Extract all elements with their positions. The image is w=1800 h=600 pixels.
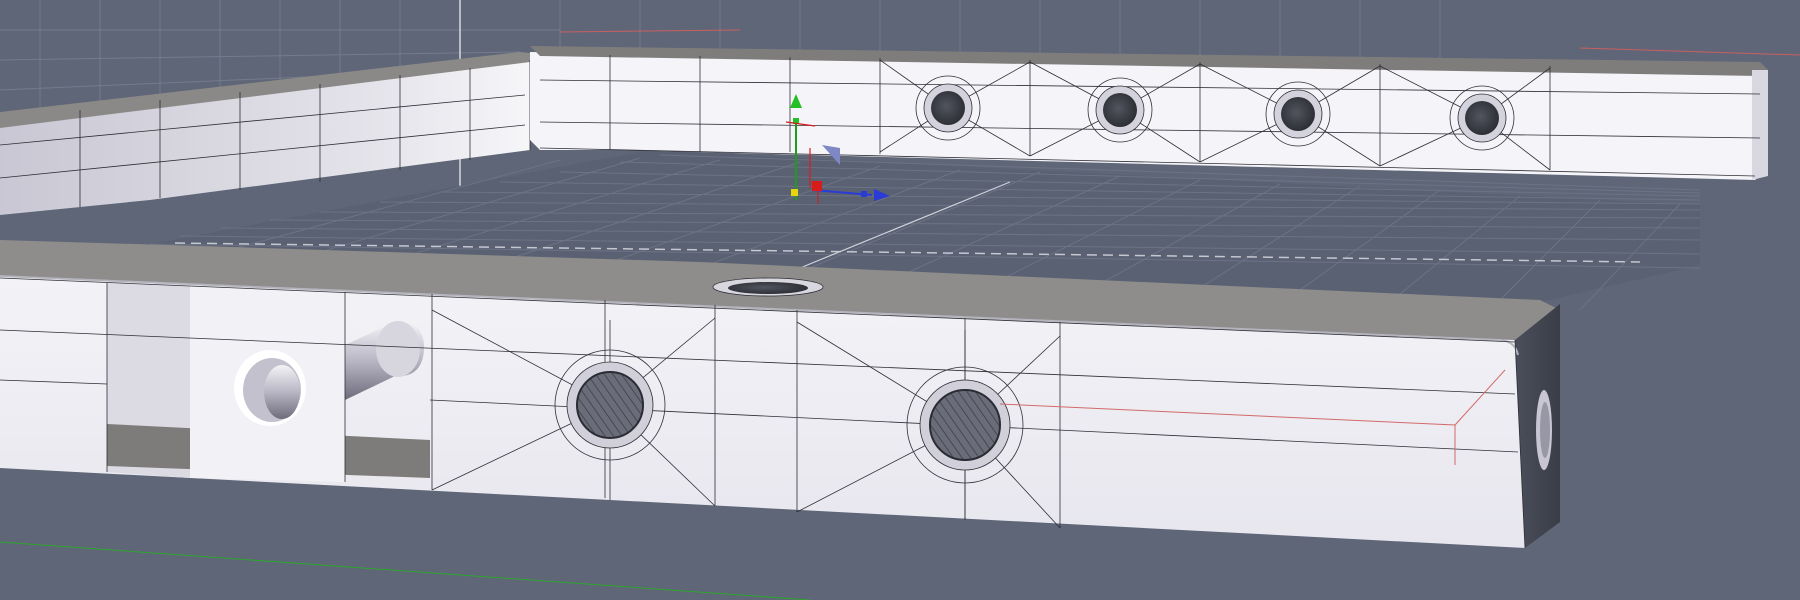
x-axis-hint-2 xyxy=(559,29,741,33)
3d-viewport[interactable] xyxy=(0,0,1800,600)
ground-axis xyxy=(0,541,811,600)
x-axis-hint xyxy=(1579,47,1800,56)
